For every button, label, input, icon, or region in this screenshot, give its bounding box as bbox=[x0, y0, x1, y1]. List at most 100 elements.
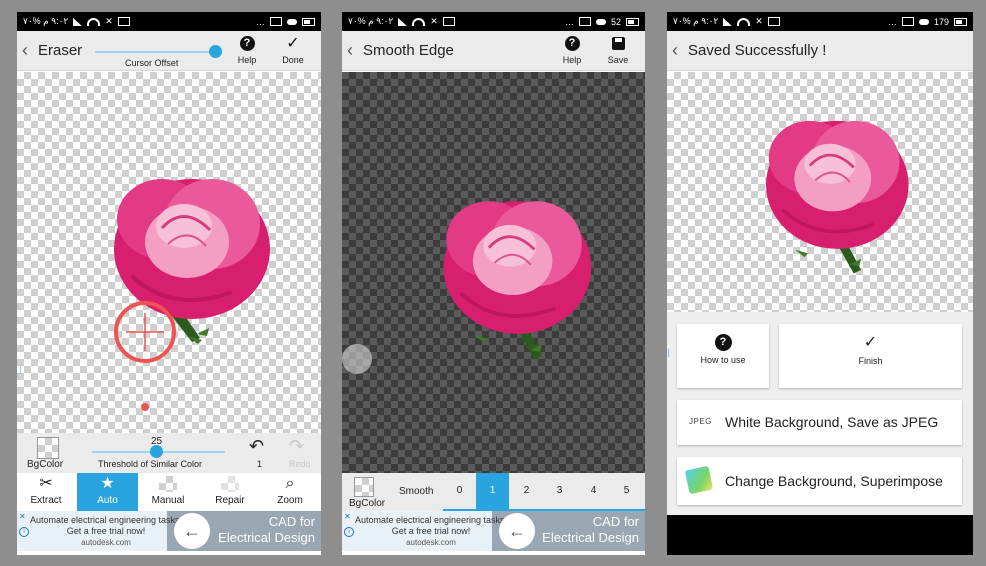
clock-battery: ٩:٠٢ م %٧٠ bbox=[348, 16, 394, 26]
cloud-icon bbox=[595, 18, 606, 25]
undo-count: 1 bbox=[257, 459, 263, 469]
threshold-knob[interactable] bbox=[150, 445, 163, 458]
finish-button[interactable]: ✓ Finish bbox=[779, 324, 962, 388]
clock-battery: ٩:٠٢ م %٧٠ bbox=[23, 16, 69, 26]
cursor-handle-dot[interactable] bbox=[141, 403, 149, 411]
checker-icon bbox=[159, 473, 177, 495]
ad-close-icon[interactable]: ✕ bbox=[19, 512, 26, 521]
done-label: Done bbox=[282, 55, 304, 65]
mute-icon: ✕ bbox=[430, 16, 438, 26]
ad-placeholder bbox=[667, 515, 973, 555]
tool-label: Extract bbox=[30, 495, 62, 506]
tool-extract[interactable]: ✂ Extract bbox=[17, 473, 75, 511]
image-canvas[interactable] bbox=[342, 72, 645, 473]
battery-icon bbox=[954, 17, 967, 26]
ad-source: autodesk.com bbox=[81, 538, 131, 547]
smooth-panel: BgColor Smooth 0 1 2 3 4 5 bbox=[342, 473, 645, 511]
more-icon: … bbox=[564, 16, 574, 27]
page-title: Smooth Edge bbox=[363, 42, 454, 59]
network-speed: 179 bbox=[933, 16, 949, 27]
wifi-icon bbox=[87, 17, 101, 26]
jpeg-badge-icon: JPEG bbox=[689, 417, 712, 426]
cloud-icon bbox=[918, 18, 929, 25]
mail-icon bbox=[901, 17, 914, 26]
undo-icon[interactable]: ↶ bbox=[249, 436, 264, 457]
bgcolor-swatch-icon[interactable] bbox=[37, 437, 59, 459]
mute-icon: ✕ bbox=[105, 16, 113, 26]
ad-banner[interactable]: ✕ i Automate electrical engineering task… bbox=[17, 511, 321, 551]
back-arrow-icon[interactable]: ‹ bbox=[22, 40, 34, 61]
watermark-logo: ا bbox=[19, 365, 23, 377]
help-icon: ? bbox=[714, 334, 732, 351]
status-bar: ٩:٠٢ م %٧٠ ✕ … bbox=[17, 12, 321, 31]
help-label: Help bbox=[237, 55, 257, 65]
tool-label: Manual bbox=[151, 495, 185, 506]
threshold-label: Threshold of Similar Color bbox=[98, 459, 203, 469]
done-button[interactable]: ✓ Done bbox=[277, 33, 309, 71]
smooth-level-0[interactable]: 0 bbox=[443, 473, 476, 509]
repair-icon bbox=[221, 473, 239, 495]
eraser-cursor[interactable] bbox=[112, 299, 178, 365]
star-icon: ★ bbox=[100, 475, 115, 492]
status-bar: ٩:٠٢ م %٧٠ ✕ … 179 bbox=[667, 12, 973, 31]
back-arrow-icon[interactable]: ‹ bbox=[672, 40, 684, 61]
signal-icon bbox=[398, 17, 408, 26]
save-button[interactable]: Save bbox=[602, 33, 634, 71]
change-background-button[interactable]: Change Background, Superimpose bbox=[677, 457, 962, 505]
ad-cad-text: CAD for Electrical Design bbox=[529, 514, 639, 546]
clock-battery: ٩:٠٢ م %٧٠ bbox=[673, 16, 719, 26]
ad-cad-text: CAD for Electrical Design bbox=[205, 514, 315, 546]
tool-repair[interactable]: Repair bbox=[201, 473, 259, 511]
smooth-level-4[interactable]: 4 bbox=[577, 473, 610, 509]
cloud-icon bbox=[287, 18, 297, 25]
cursor-offset-knob[interactable] bbox=[209, 45, 222, 58]
message-icon bbox=[442, 17, 455, 26]
help-button[interactable]: ? Help bbox=[231, 33, 263, 71]
smooth-level-5[interactable]: 5 bbox=[610, 473, 643, 509]
cursor-offset-slider[interactable] bbox=[95, 51, 215, 53]
help-button[interactable]: ? Help bbox=[556, 33, 588, 71]
ad-line: Automate electrical engineering tasks. G… bbox=[29, 515, 183, 536]
tool-label: Zoom bbox=[277, 495, 303, 506]
smooth-edge-screen: ٩:٠٢ م %٧٠ ✕ … 52 ‹ Smooth Edge ? Help S… bbox=[342, 12, 645, 555]
check-icon: ✓ bbox=[863, 334, 878, 351]
finish-label: Finish bbox=[858, 356, 883, 366]
superimpose-icon bbox=[684, 465, 714, 495]
ad-text: Automate electrical engineering tasks. G… bbox=[352, 515, 510, 548]
redo-icon[interactable]: ↷ bbox=[289, 436, 304, 457]
wifi-icon bbox=[737, 17, 751, 26]
tool-label: Repair bbox=[215, 495, 245, 506]
back-arrow-icon[interactable]: ‹ bbox=[347, 40, 359, 61]
rose-image bbox=[765, 120, 909, 274]
network-speed: 52 bbox=[610, 16, 621, 27]
how-to-use-button[interactable]: ? How to use bbox=[677, 324, 769, 388]
mute-icon: ✕ bbox=[755, 16, 763, 26]
redo-label: Redo bbox=[289, 459, 311, 469]
smooth-level-3[interactable]: 3 bbox=[543, 473, 576, 509]
ad-cad-line: Electrical Design bbox=[218, 530, 315, 545]
image-canvas[interactable]: ا bbox=[17, 72, 321, 433]
options-panel: ? How to use ✓ Finish JPEG White Backgro… bbox=[667, 312, 973, 515]
more-icon: … bbox=[256, 16, 265, 27]
image-preview bbox=[667, 72, 973, 312]
save-jpeg-button[interactable]: JPEG White Background, Save as JPEG bbox=[677, 400, 962, 445]
threshold-panel: BgColor 25 Threshold of Similar Color ↶ … bbox=[17, 433, 321, 473]
check-icon: ✓ bbox=[286, 35, 300, 52]
bgcolor-swatch-icon[interactable] bbox=[354, 477, 374, 497]
mail-icon bbox=[270, 17, 282, 26]
ad-banner[interactable]: ✕ i Automate electrical engineering task… bbox=[342, 511, 645, 551]
page-title: Eraser bbox=[38, 42, 83, 59]
watermark-logo: ا bbox=[667, 348, 671, 360]
tool-auto[interactable]: ★ Auto bbox=[77, 473, 138, 511]
tool-manual[interactable]: Manual bbox=[139, 473, 197, 511]
tool-bar: ✂ Extract ★ Auto Manual Repair ⌕ Zoom bbox=[17, 473, 321, 511]
tool-zoom[interactable]: ⌕ Zoom bbox=[261, 473, 319, 511]
ad-text: Automate electrical engineering tasks. G… bbox=[27, 515, 185, 548]
tool-label: Auto bbox=[97, 495, 118, 506]
signal-icon bbox=[73, 17, 83, 26]
help-icon: ? bbox=[239, 36, 255, 51]
smooth-level-2[interactable]: 2 bbox=[510, 473, 543, 509]
ad-line: Automate electrical engineering tasks. G… bbox=[354, 515, 508, 536]
smooth-level-1[interactable]: 1 bbox=[476, 473, 509, 509]
ad-close-icon[interactable]: ✕ bbox=[344, 512, 351, 521]
